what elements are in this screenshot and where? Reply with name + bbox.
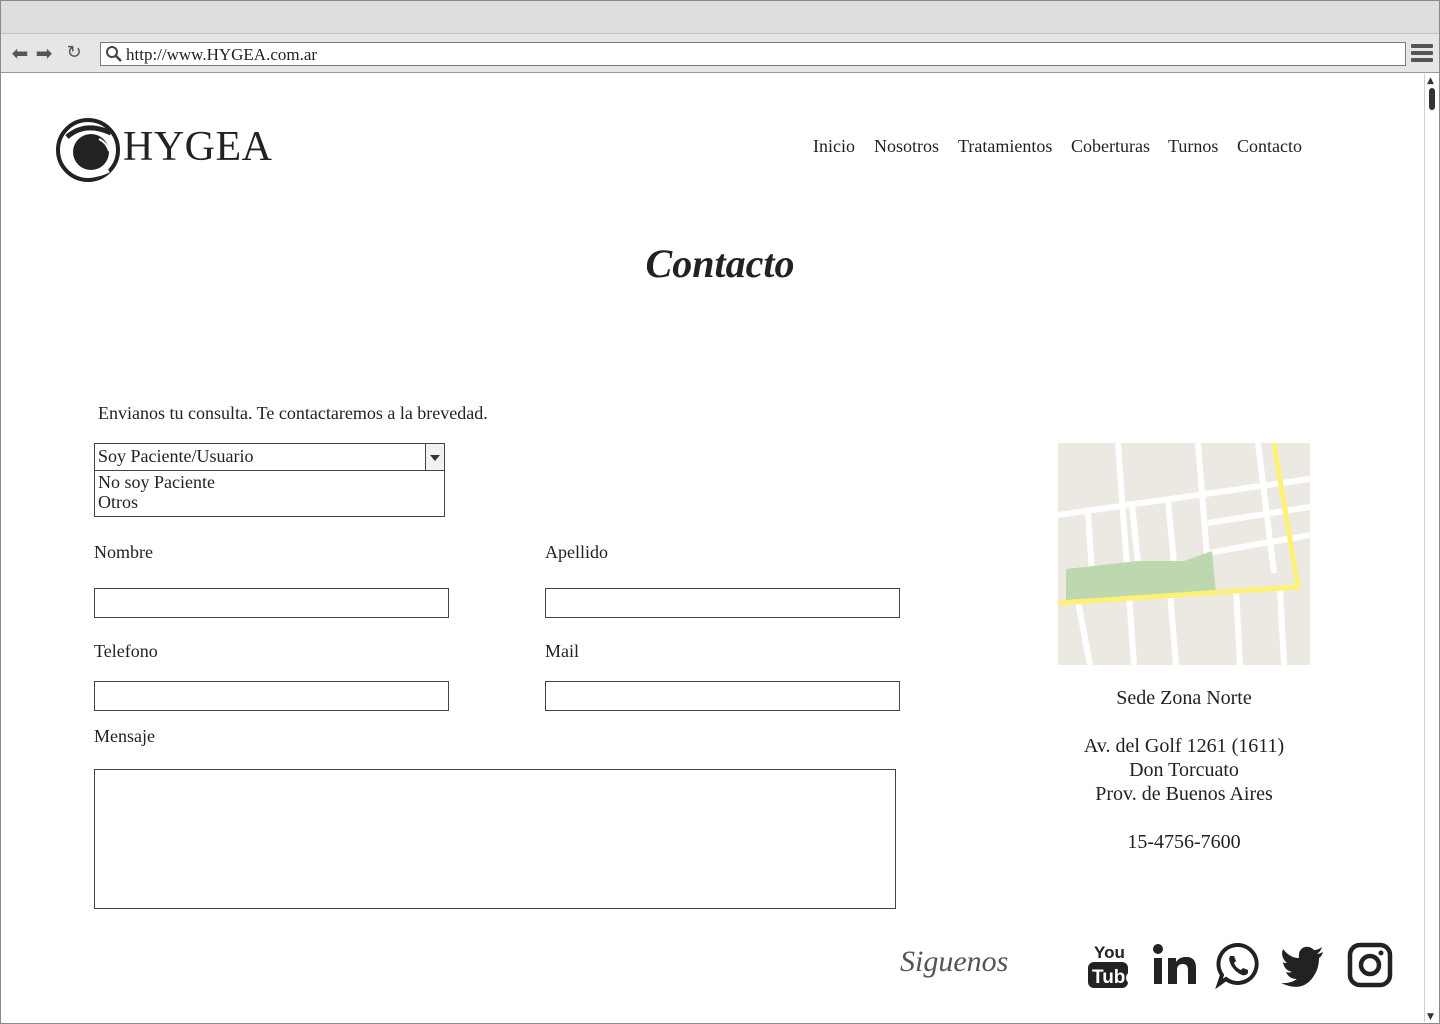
- linkedin-icon[interactable]: [1152, 940, 1198, 990]
- nav-inicio[interactable]: Inicio: [813, 136, 855, 157]
- chevron-down-icon[interactable]: [425, 444, 444, 470]
- nav-turnos[interactable]: Turnos: [1168, 136, 1218, 157]
- scroll-down-arrow-icon[interactable]: ▼: [1427, 1012, 1434, 1022]
- vertical-scrollbar[interactable]: ▲ ▼: [1424, 74, 1439, 1022]
- twitter-icon[interactable]: [1279, 940, 1325, 990]
- sede-phone: 15-4756-7600: [1127, 831, 1241, 853]
- intro-text: Envianos tu consulta. Te contactaremos a…: [98, 403, 488, 423]
- mensaje-label: Mensaje: [94, 726, 155, 746]
- svg-text:You: You: [1094, 943, 1125, 962]
- mensaje-textarea[interactable]: [94, 769, 896, 909]
- back-arrow-icon[interactable]: ⬅: [9, 42, 31, 64]
- select-option-no-paciente[interactable]: No soy Paciente: [98, 472, 215, 493]
- address-bar[interactable]: http://www.HYGEA.com.ar: [100, 42, 1406, 66]
- svg-text:Tube: Tube: [1092, 967, 1132, 988]
- sede-address-line2: Don Torcuato: [1129, 759, 1239, 781]
- nav-coberturas[interactable]: Coberturas: [1071, 136, 1150, 157]
- search-icon: [106, 46, 122, 62]
- site-logo[interactable]: HYGEA: [55, 115, 273, 185]
- mail-input[interactable]: [545, 681, 900, 711]
- url-text[interactable]: http://www.HYGEA.com.ar: [126, 45, 317, 65]
- brand-name: HYGEA: [123, 124, 273, 170]
- sede-address-line3: Prov. de Buenos Aires: [1095, 783, 1273, 805]
- title-bar: [1, 1, 1439, 34]
- nombre-label: Nombre: [94, 542, 153, 562]
- reload-icon[interactable]: ↻: [63, 42, 85, 64]
- apellido-label: Apellido: [545, 542, 608, 562]
- telefono-input[interactable]: [94, 681, 449, 711]
- telefono-label: Telefono: [94, 641, 158, 661]
- sede-name: Sede Zona Norte: [1116, 687, 1252, 709]
- mail-label: Mail: [545, 641, 579, 661]
- nav-contacto[interactable]: Contacto: [1237, 136, 1302, 157]
- select-option-otros[interactable]: Otros: [98, 492, 138, 513]
- page-title: Contacto: [645, 241, 795, 286]
- nav-tratamientos[interactable]: Tratamientos: [958, 136, 1052, 157]
- nav-nosotros[interactable]: Nosotros: [874, 136, 939, 157]
- scroll-up-arrow-icon[interactable]: ▲: [1427, 76, 1434, 86]
- apellido-input[interactable]: [545, 588, 900, 618]
- sede-address-line1: Av. del Golf 1261 (1611): [1083, 735, 1285, 757]
- hamburger-menu-icon[interactable]: [1411, 44, 1433, 64]
- user-type-select[interactable]: Soy Paciente/Usuario No soy Paciente Otr…: [94, 443, 445, 517]
- instagram-icon[interactable]: [1347, 940, 1393, 990]
- nombre-input[interactable]: [94, 588, 449, 618]
- scrollbar-thumb[interactable]: [1429, 88, 1435, 110]
- selected-option-label: Soy Paciente/Usuario: [98, 446, 254, 466]
- siguenos-label: Siguenos: [900, 945, 1009, 978]
- select-selected-value[interactable]: Soy Paciente/Usuario: [95, 444, 444, 471]
- youtube-icon[interactable]: You Tube: [1086, 940, 1132, 990]
- forward-arrow-icon[interactable]: ➡: [33, 42, 55, 64]
- location-map[interactable]: [1058, 443, 1310, 665]
- browser-toolbar: ⬅ ➡ ↻ http://www.HYGEA.com.ar: [1, 34, 1439, 73]
- logo-eye-icon: [56, 118, 120, 182]
- whatsapp-icon[interactable]: [1215, 940, 1261, 990]
